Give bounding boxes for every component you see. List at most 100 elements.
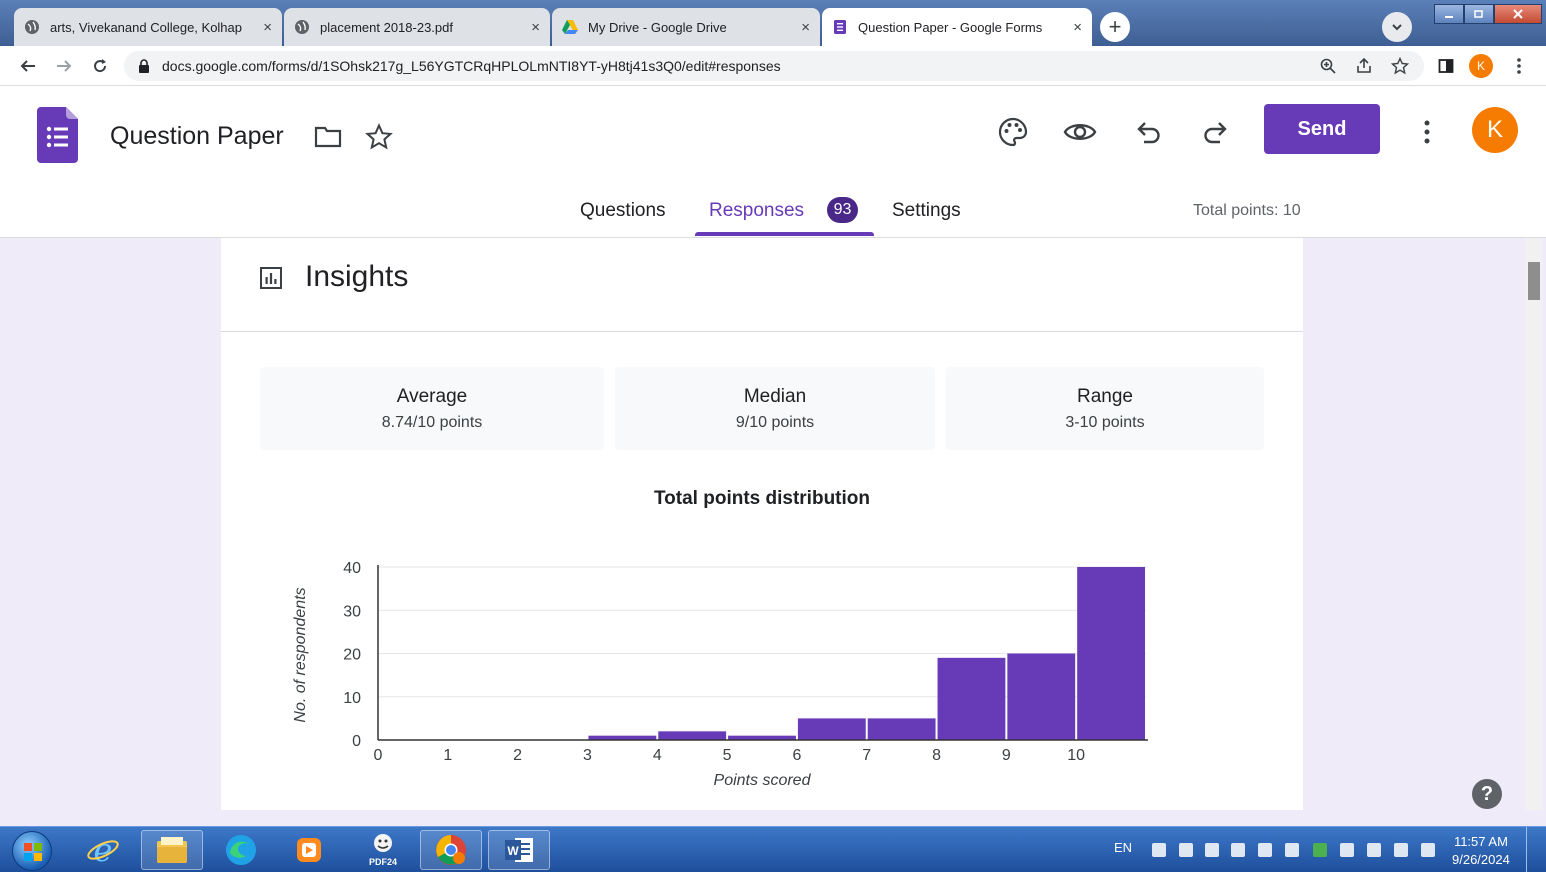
histogram-bar bbox=[1077, 567, 1145, 740]
x-tick-label: 7 bbox=[862, 747, 871, 764]
forms-header: Question Paper Send K Questions Response… bbox=[0, 86, 1546, 238]
taskbar-file-explorer[interactable] bbox=[141, 830, 203, 870]
network-icon[interactable] bbox=[1285, 843, 1299, 857]
close-icon bbox=[1513, 9, 1523, 19]
page-scrollbar[interactable] bbox=[1525, 238, 1543, 810]
customize-theme-button[interactable] bbox=[995, 114, 1031, 150]
stat-label: Average bbox=[396, 386, 468, 407]
close-tab-icon[interactable]: × bbox=[263, 19, 272, 36]
taskbar-edge[interactable] bbox=[210, 830, 272, 870]
back-button[interactable] bbox=[16, 54, 40, 78]
x-tick-label: 1 bbox=[443, 747, 452, 764]
form-nav-tabs: Questions Responses Settings bbox=[0, 186, 1546, 236]
close-window-button[interactable] bbox=[1494, 4, 1542, 24]
side-panel-icon bbox=[1438, 59, 1454, 73]
zoom-button[interactable] bbox=[1316, 54, 1340, 78]
browser-tab-google-forms[interactable]: Question Paper - Google Forms × bbox=[822, 8, 1092, 46]
taskbar-pdf24[interactable]: PDF24 bbox=[352, 830, 414, 870]
active-tab-indicator bbox=[695, 232, 874, 236]
move-to-folder-button[interactable] bbox=[310, 119, 346, 155]
stat-label: Range bbox=[1077, 386, 1133, 407]
globe-icon bbox=[24, 19, 40, 35]
stat-value: 9/10 points bbox=[735, 414, 815, 431]
pdf24-icon bbox=[374, 834, 392, 852]
insights-header: Insights bbox=[221, 238, 1303, 332]
reload-button[interactable] bbox=[88, 54, 112, 78]
preview-button[interactable] bbox=[1062, 114, 1098, 150]
close-tab-icon[interactable]: × bbox=[801, 19, 810, 36]
tab-title: Question Paper - Google Forms bbox=[858, 19, 1043, 35]
signal-icon[interactable] bbox=[1258, 843, 1272, 857]
form-title[interactable]: Question Paper bbox=[110, 122, 284, 151]
browser-tab-placement-pdf[interactable]: placement 2018-23.pdf × bbox=[284, 8, 550, 46]
tray-app-icon[interactable] bbox=[1152, 843, 1166, 857]
taskbar-chrome[interactable] bbox=[420, 830, 482, 870]
tab-responses[interactable]: Responses bbox=[709, 200, 804, 222]
browser-tab-google-drive[interactable]: My Drive - Google Drive × bbox=[552, 8, 820, 46]
chart-x-ticks: 0 1 2 3 4 5 6 7 8 9 10 bbox=[374, 747, 1086, 764]
close-tab-icon[interactable]: × bbox=[1073, 19, 1082, 36]
side-panel-button[interactable] bbox=[1434, 54, 1458, 78]
x-tick-label: 10 bbox=[1067, 747, 1085, 764]
tab-questions[interactable]: Questions bbox=[580, 200, 666, 222]
bluetooth-icon[interactable] bbox=[1367, 843, 1381, 857]
restore-window-button[interactable] bbox=[1464, 4, 1494, 24]
show-desktop-button[interactable] bbox=[1526, 827, 1546, 872]
tray-app-icon[interactable] bbox=[1340, 843, 1354, 857]
chart-title: Total points distribution bbox=[653, 488, 870, 509]
globe-icon bbox=[294, 19, 310, 35]
taskbar-media-player[interactable] bbox=[278, 830, 340, 870]
flag-icon[interactable] bbox=[1421, 843, 1435, 857]
forward-button[interactable] bbox=[52, 54, 76, 78]
tab-title: My Drive - Google Drive bbox=[588, 19, 727, 35]
tray-app-icon[interactable] bbox=[1313, 843, 1327, 857]
taskbar-internet-explorer[interactable]: e bbox=[72, 830, 134, 870]
more-options-button[interactable] bbox=[1409, 114, 1445, 150]
tab-title: placement 2018-23.pdf bbox=[320, 19, 453, 35]
send-button[interactable]: Send bbox=[1264, 104, 1380, 154]
help-button[interactable]: ? bbox=[1472, 779, 1502, 809]
more-vert-icon bbox=[1517, 58, 1521, 74]
y-tick-label: 10 bbox=[343, 690, 361, 707]
stat-range: Range 3-10 points bbox=[946, 367, 1264, 450]
tab-search-button[interactable] bbox=[1382, 12, 1412, 42]
points-distribution-chart: 0 10 20 30 40 0 1 2 3 4 5 6 7 8 9 10 Points scored No.… bbox=[292, 560, 1148, 788]
share-button[interactable] bbox=[1352, 54, 1376, 78]
chart-y-ticks: 0 10 20 30 40 bbox=[343, 560, 361, 750]
arrow-left-icon bbox=[20, 60, 35, 72]
tab-title: arts, Vivekanand College, Kolhap bbox=[50, 19, 242, 35]
undo-button[interactable] bbox=[1131, 114, 1167, 150]
browser-tab-college[interactable]: arts, Vivekanand College, Kolhap × bbox=[14, 8, 282, 46]
taskbar-word[interactable]: W bbox=[488, 830, 550, 870]
minimize-window-button[interactable] bbox=[1434, 4, 1464, 24]
total-points-label: Total points: 10 bbox=[1193, 202, 1301, 219]
bookmark-button[interactable] bbox=[1388, 54, 1412, 78]
browser-menu-button[interactable] bbox=[1507, 54, 1531, 78]
zoom-icon bbox=[1320, 58, 1336, 74]
taskbar-clock[interactable]: 11:57 AM 9/26/2024 bbox=[1452, 833, 1510, 869]
new-tab-button[interactable]: + bbox=[1100, 12, 1130, 42]
close-tab-icon[interactable]: × bbox=[531, 19, 540, 36]
scrollbar-thumb[interactable] bbox=[1528, 262, 1540, 300]
redo-button[interactable] bbox=[1197, 114, 1233, 150]
account-avatar[interactable]: K bbox=[1472, 107, 1518, 153]
start-button[interactable] bbox=[12, 831, 52, 871]
x-tick-label: 5 bbox=[723, 747, 732, 764]
y-tick-label: 0 bbox=[352, 733, 361, 750]
battery-icon[interactable] bbox=[1179, 843, 1193, 857]
address-bar[interactable]: docs.google.com/forms/d/1SOhsk217g_L56YG… bbox=[124, 51, 1424, 81]
volume-icon[interactable] bbox=[1394, 843, 1408, 857]
more-vert-icon bbox=[1424, 120, 1430, 144]
google-forms-logo-icon[interactable] bbox=[37, 107, 78, 163]
browser-profile-avatar[interactable]: K bbox=[1469, 54, 1493, 78]
tray-app-icon[interactable] bbox=[1231, 843, 1245, 857]
svg-text:e: e bbox=[94, 833, 113, 867]
language-indicator[interactable]: EN bbox=[1114, 840, 1132, 855]
tray-app-icon[interactable] bbox=[1205, 843, 1219, 857]
stat-label: Median bbox=[743, 386, 807, 407]
star-form-button[interactable] bbox=[361, 119, 397, 155]
tab-settings[interactable]: Settings bbox=[892, 200, 961, 222]
redo-icon bbox=[1204, 122, 1227, 144]
stat-value: 8.74/10 points bbox=[381, 414, 483, 431]
edge-icon bbox=[226, 835, 256, 865]
